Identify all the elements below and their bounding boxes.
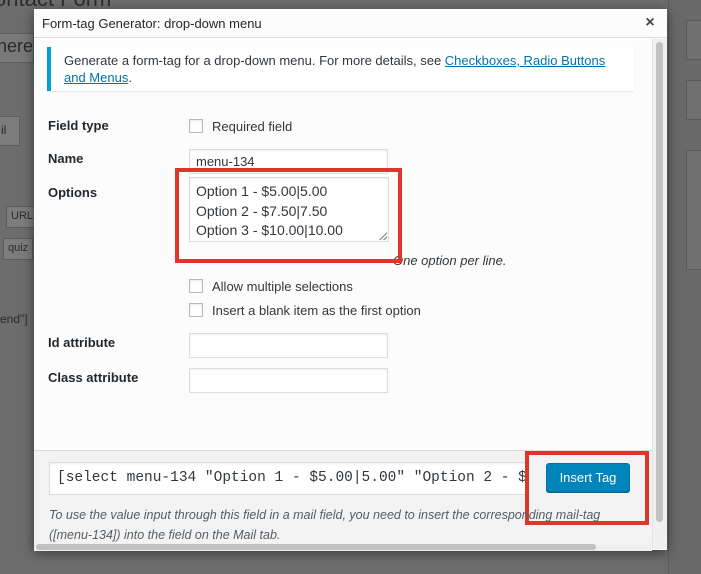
option-line: Option 2 - $7.50|7.50 bbox=[196, 202, 328, 219]
form-tag-generator-dialog: Form-tag Generator: drop-down menu × Gen… bbox=[34, 9, 667, 551]
required-field-checkbox[interactable] bbox=[189, 119, 203, 133]
horizontal-scrollbar[interactable] bbox=[34, 543, 652, 551]
close-icon[interactable]: × bbox=[641, 14, 659, 32]
background-quiz-button: quiz bbox=[3, 238, 34, 260]
allow-multiple-checkbox[interactable] bbox=[189, 279, 203, 293]
notice-end: . bbox=[128, 70, 132, 85]
background-right-box bbox=[686, 20, 701, 60]
scrollbar-thumb[interactable] bbox=[656, 42, 663, 522]
dialog-header: Form-tag Generator: drop-down menu × bbox=[34, 9, 667, 38]
background-text-fragment: end"] bbox=[0, 312, 28, 326]
required-field-label: Required field bbox=[212, 119, 293, 134]
class-attribute-label: Class attribute bbox=[48, 370, 139, 385]
resize-handle-icon[interactable] bbox=[379, 232, 387, 240]
blank-item-label: Insert a blank item as the first option bbox=[212, 303, 421, 318]
dialog-body: Generate a form-tag for a drop-down menu… bbox=[34, 39, 652, 450]
options-label: Options bbox=[48, 185, 98, 200]
vertical-scrollbar[interactable] bbox=[652, 39, 667, 549]
name-label: Name bbox=[48, 151, 84, 166]
info-notice: Generate a form-tag for a drop-down menu… bbox=[47, 47, 634, 91]
mail-tag-note: To use the value input through this fiel… bbox=[49, 508, 601, 542]
background-right-box bbox=[686, 150, 701, 270]
background-tab: il bbox=[0, 116, 20, 146]
name-input[interactable]: menu-134 bbox=[189, 149, 388, 174]
id-attribute-label: Id attribute bbox=[48, 335, 116, 350]
options-hint: One option per line. bbox=[393, 253, 507, 268]
option-line: Option 3 - $10.00|10.00 bbox=[196, 222, 343, 238]
allow-multiple-label: Allow multiple selections bbox=[212, 279, 353, 294]
blank-item-checkbox[interactable] bbox=[189, 303, 203, 317]
dialog-title: Form-tag Generator: drop-down menu bbox=[42, 16, 262, 31]
dialog-footer: [select menu-134 "Option 1 - $5.00|5.00"… bbox=[34, 450, 652, 551]
id-attribute-input[interactable] bbox=[189, 333, 388, 358]
insert-tag-button[interactable]: Insert Tag bbox=[546, 463, 630, 492]
field-type-label: Field type bbox=[48, 118, 109, 133]
notice-text: Generate a form-tag for a drop-down menu… bbox=[64, 53, 445, 68]
options-textarea[interactable]: Option 1 - $5.00|5.00 Option 2 - $7.50|7… bbox=[189, 177, 389, 242]
background-right-box bbox=[686, 80, 701, 120]
background-title-input: here bbox=[0, 33, 34, 63]
horizontal-scrollbar-thumb[interactable] bbox=[36, 544, 596, 550]
generated-tag-field[interactable]: [select menu-134 "Option 1 - $5.00|5.00"… bbox=[49, 462, 528, 495]
class-attribute-input[interactable] bbox=[189, 368, 388, 393]
option-line: Option 1 - $5.00|5.00 bbox=[196, 183, 328, 199]
